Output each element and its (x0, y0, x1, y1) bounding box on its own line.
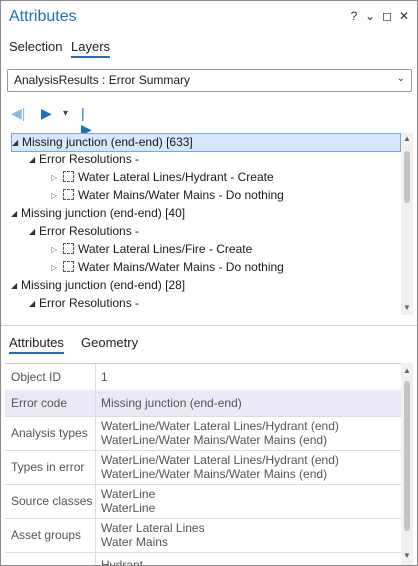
layer-dropdown-value: AnalysisResults : Error Summary (14, 73, 191, 87)
tab-layers[interactable]: Layers (71, 39, 111, 58)
column-divider (95, 484, 96, 518)
tree-row-label: Water Lateral Lines/Hydrant - Create (78, 170, 274, 184)
attribute-row[interactable]: Error code Missing junction (end-end) (5, 390, 401, 417)
collapsed-triangle-icon[interactable]: ▷ (51, 241, 61, 258)
attribute-row[interactable]: Source classes WaterLine WaterLine (5, 484, 401, 519)
attributes-pane: Attributes ? ⌄ ◻ ✕ Selection Layers Anal… (0, 0, 418, 566)
attribute-key: Analysis types (11, 426, 88, 440)
attribute-value: WaterLine/Water Mains/Water Mains (end) (101, 433, 328, 447)
attribute-value: WaterLine (101, 487, 156, 501)
close-button[interactable]: ✕ (397, 9, 411, 23)
column-divider (95, 518, 96, 552)
expand-triangle-icon[interactable]: ◢ (11, 277, 21, 294)
column-divider (95, 390, 96, 416)
expand-triangle-icon[interactable]: ◢ (29, 151, 39, 168)
attribute-value: Water Mains (101, 535, 168, 549)
tree-row[interactable]: ◢ Missing junction (end-end) [633] (11, 133, 401, 152)
tree-row-label: Water Lateral Lines/Fire - Create (78, 242, 253, 256)
tree-row[interactable]: ▷ Water Mains/Water Mains - Do nothing (51, 259, 284, 276)
tree-row[interactable]: ▷ Water Lateral Lines/Hydrant - Create (51, 169, 274, 186)
attribute-row[interactable]: Object ID 1 (5, 364, 401, 391)
attribute-key: Source classes (11, 494, 93, 508)
tree-row-label: Error Resolutions - (39, 224, 140, 238)
attribute-value: Missing junction (end-end) (101, 396, 242, 410)
tab-attributes[interactable]: Attributes (9, 335, 64, 354)
expand-triangle-icon[interactable]: ◢ (12, 134, 22, 151)
pane-titlebar: Attributes ? ⌄ ◻ ✕ (1, 1, 417, 33)
attribute-value: 1 (101, 370, 108, 384)
collapsed-triangle-icon[interactable]: ▷ (51, 169, 61, 186)
column-divider (95, 552, 96, 565)
tree-row-label: Missing junction (end-end) [633] (22, 135, 193, 149)
tree-row-label: Water Mains/Water Mains - Do nothing (78, 188, 284, 202)
expand-triangle-icon[interactable]: ◢ (11, 205, 21, 222)
tree-row-label: Water Mains/Water Mains - Do nothing (78, 260, 284, 274)
column-divider (95, 364, 96, 390)
pane-divider[interactable] (1, 325, 417, 326)
scroll-up-icon[interactable]: ▲ (403, 366, 411, 375)
collapsed-triangle-icon[interactable]: ▷ (51, 187, 61, 204)
grid-scroll-thumb[interactable] (404, 381, 410, 531)
tree-row[interactable]: ◢ Error Resolutions - (29, 151, 139, 168)
attribute-key: Asset groups (11, 528, 82, 542)
scroll-up-icon[interactable]: ▲ (403, 134, 411, 143)
tree-row-label: Error Resolutions - (39, 152, 140, 166)
layer-dropdown[interactable]: AnalysisResults : Error Summary ⌄ (7, 69, 412, 92)
attribute-key: Object ID (11, 370, 62, 384)
play-dropdown-icon[interactable]: ▾ (63, 108, 68, 119)
attribute-row[interactable]: Analysis types WaterLine/Water Lateral Li… (5, 416, 401, 451)
pane-title: Attributes (9, 8, 77, 25)
tree-row[interactable]: ◢ Missing junction (end-end) [28] (11, 277, 185, 294)
previous-first-icon[interactable]: ◀| (11, 105, 25, 122)
column-divider (95, 450, 96, 484)
tree-row[interactable]: ◢ Missing junction (end-end) [40] (11, 205, 185, 222)
attribute-row[interactable]: Hydrant (5, 552, 401, 566)
attribute-value: Water Lateral Lines (101, 521, 205, 535)
attribute-row[interactable]: Types in error WaterLine/Water Lateral Li… (5, 450, 401, 485)
collapsed-triangle-icon[interactable]: ▷ (51, 259, 61, 276)
tab-geometry[interactable]: Geometry (81, 335, 138, 350)
attribute-value: WaterLine (101, 501, 156, 515)
attribute-value: Hydrant (101, 558, 144, 566)
dashed-box-icon (63, 171, 74, 182)
expand-triangle-icon[interactable]: ◢ (29, 223, 39, 240)
attribute-key: Types in error (11, 460, 85, 474)
grid-scrollbar[interactable]: ▲ ▼ (401, 363, 413, 565)
attribute-row[interactable]: Asset groups Water Lateral Lines Water Mai… (5, 518, 401, 553)
play-icon[interactable]: ▶ (41, 105, 52, 122)
help-button[interactable]: ? (347, 9, 361, 23)
chevron-down-icon: ⌄ (396, 73, 405, 84)
tree-scroll-thumb[interactable] (404, 151, 410, 203)
attribute-value: WaterLine/Water Mains/Water Mains (end) (101, 467, 328, 481)
tree-row-label: Missing junction (end-end) [40] (21, 206, 186, 220)
maximize-button[interactable]: ◻ (380, 9, 394, 23)
pane-menu-button[interactable]: ⌄ (363, 9, 377, 23)
tree-row[interactable]: ◢ Error Resolutions - (29, 223, 139, 240)
tree-row[interactable]: ▷ Water Lateral Lines/Fire - Create (51, 241, 252, 258)
tree-row-label: Missing junction (end-end) [28] (21, 278, 186, 292)
attribute-value: WaterLine/Water Lateral Lines/Hydrant (e… (101, 453, 339, 467)
error-tree: ◢ Missing junction (end-end) [633] ◢ Error … (7, 133, 403, 315)
dashed-box-icon (63, 189, 74, 200)
dashed-box-icon (63, 243, 74, 254)
attribute-value: WaterLine/Water Lateral Lines/Hydrant (e… (101, 419, 339, 433)
tree-row[interactable]: ▷ Water Mains/Water Mains - Do nothing (51, 187, 284, 204)
scroll-down-icon[interactable]: ▼ (403, 303, 411, 312)
dashed-box-icon (63, 261, 74, 272)
tab-selection[interactable]: Selection (9, 39, 62, 54)
column-divider (95, 416, 96, 450)
scroll-down-icon[interactable]: ▼ (403, 551, 411, 560)
tree-row[interactable]: ◢ Error Resolutions - (29, 295, 139, 312)
attribute-key: Error code (11, 396, 68, 410)
expand-triangle-icon[interactable]: ◢ (29, 295, 39, 312)
attributes-grid: Object ID 1 Error code Missing junction (en… (5, 363, 401, 566)
tree-row-label: Error Resolutions - (39, 296, 140, 310)
tree-scrollbar[interactable]: ▲ ▼ (401, 133, 413, 315)
